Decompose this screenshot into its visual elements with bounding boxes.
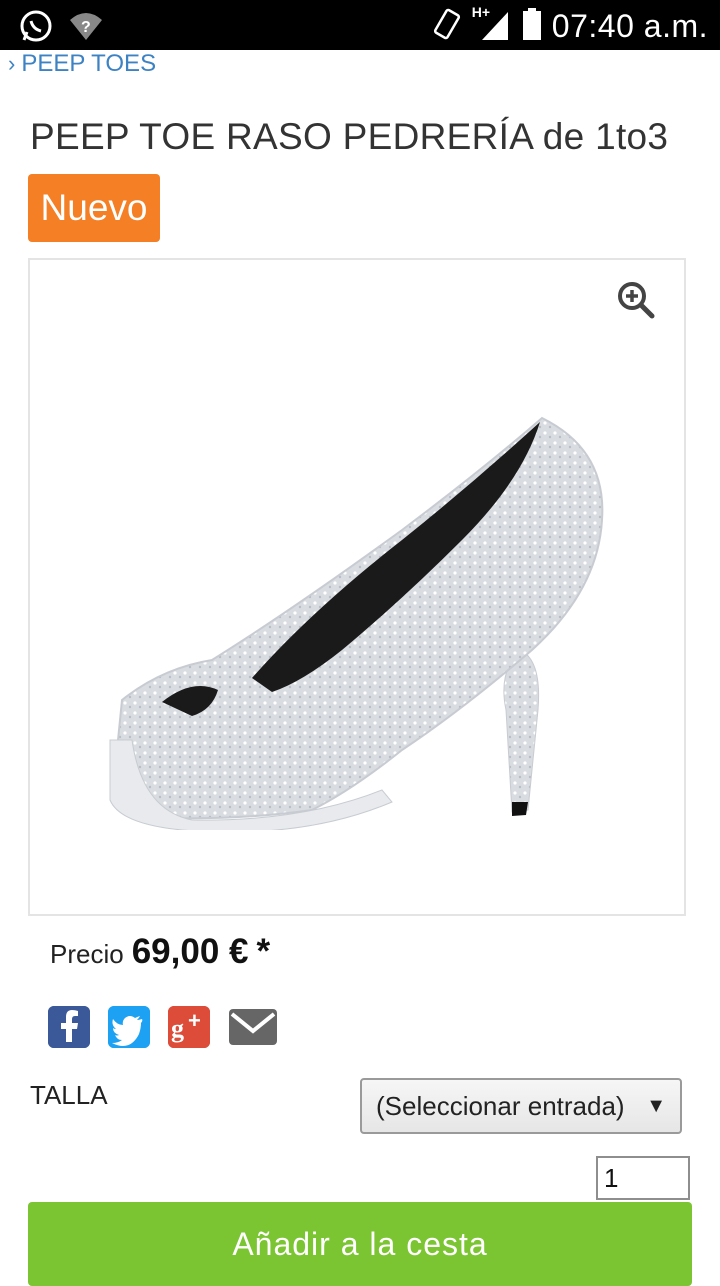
size-select-value: (Seleccionar entrada) (376, 1090, 625, 1121)
status-bar: ? H+ 07:40 a.m. (0, 0, 720, 50)
svg-text:g: g (171, 1014, 184, 1043)
new-badge: Nuevo (28, 174, 160, 242)
whatsapp-icon (18, 8, 54, 49)
breadcrumb[interactable]: › PEEP TOES (8, 50, 156, 78)
chevron-right-icon: › (8, 51, 16, 76)
svg-text:?: ? (81, 19, 91, 36)
quantity-input[interactable]: 1 (596, 1156, 690, 1200)
price-row: Precio 69,00 € * (50, 932, 270, 972)
dropdown-arrow-icon: ▼ (646, 1094, 666, 1117)
clock: 07:40 a.m. (551, 8, 708, 44)
price-value: 69,00 € (131, 932, 249, 971)
wifi-question-icon: ? (68, 10, 104, 47)
breadcrumb-link[interactable]: PEEP TOES (21, 50, 156, 78)
size-select[interactable]: (Seleccionar entrada) ▼ (360, 1078, 682, 1134)
price-note: * (256, 932, 271, 971)
page-title: PEEP TOE RASO PEDRERÍA de 1to3 (30, 116, 669, 157)
signal-icon: H+ (471, 4, 512, 47)
email-icon[interactable] (228, 1006, 278, 1048)
twitter-icon[interactable] (108, 1006, 150, 1048)
network-type-label: H+ (471, 4, 491, 20)
product-image-frame[interactable] (28, 258, 686, 916)
add-to-cart-button[interactable]: Añadir a la cesta (28, 1202, 692, 1286)
facebook-icon[interactable] (48, 1006, 90, 1048)
google-plus-icon[interactable]: g + (168, 1006, 210, 1048)
rotate-icon (432, 7, 462, 46)
product-image[interactable] (102, 410, 622, 830)
share-buttons: g + (48, 1006, 278, 1048)
size-label: TALLA (30, 1080, 108, 1110)
price-label: Precio (50, 939, 124, 969)
svg-text:+: + (188, 1008, 201, 1033)
battery-icon (522, 7, 542, 46)
zoom-in-icon[interactable] (616, 280, 656, 320)
